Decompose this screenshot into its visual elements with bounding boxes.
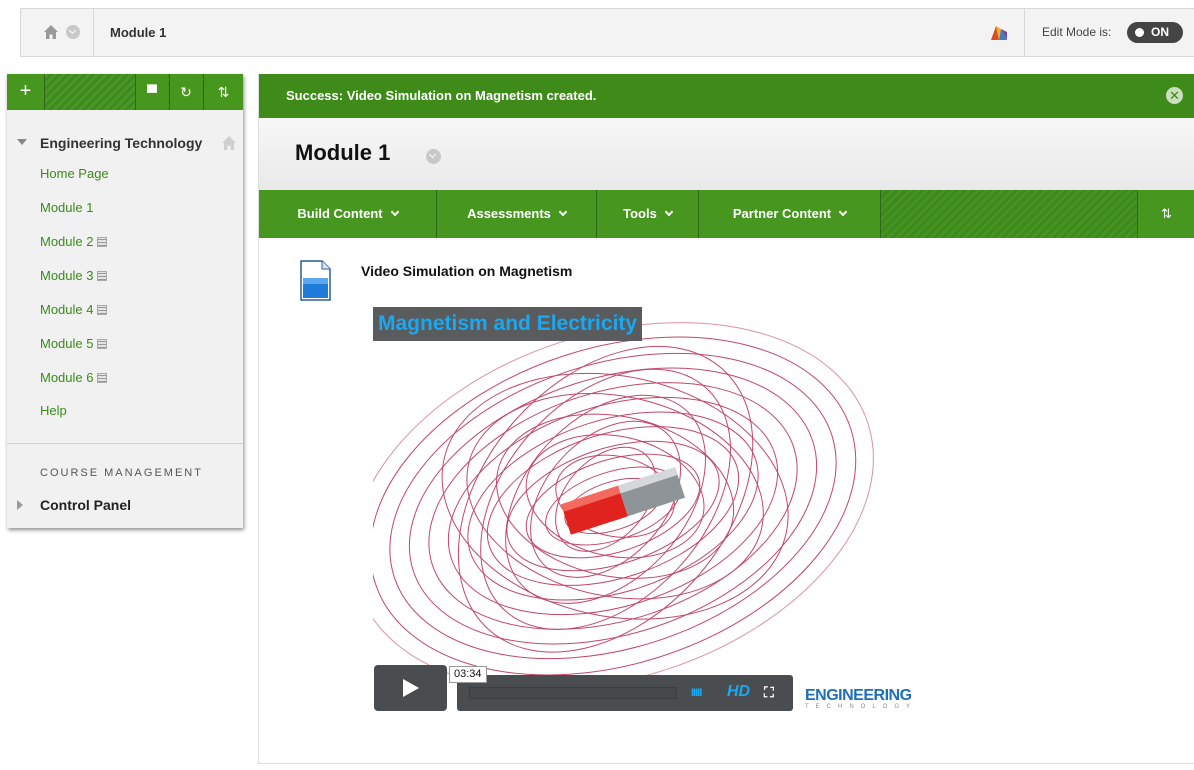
refresh-icon[interactable]: ↻ [169, 74, 202, 110]
page-title[interactable]: Module 1 [295, 140, 390, 166]
breadcrumb-current[interactable]: Module 1 [110, 25, 166, 40]
chevron-down-icon [558, 207, 568, 217]
success-receipt: Success: Video Simulation on Magnetism c… [259, 74, 1194, 118]
hd-toggle[interactable]: HD [727, 683, 750, 701]
magnetic-field-illustration [373, 322, 874, 690]
menu-item-module-5[interactable]: Module 5 [40, 336, 108, 351]
close-icon[interactable]: ✕ [1166, 87, 1183, 104]
menu-divider [7, 443, 243, 444]
fullscreen-icon[interactable]: ⛶ [764, 684, 774, 701]
course-menu: + ▀ ↻ ⇅ Engineering Technology Home Page… [7, 74, 243, 528]
play-button[interactable] [374, 665, 447, 711]
edit-mode-label: Edit Mode is: [1042, 25, 1112, 39]
document-icon [300, 260, 331, 301]
build-content-button[interactable]: Build Content [259, 190, 437, 238]
expand-triangle-icon[interactable] [17, 500, 23, 510]
topbar-divider [1024, 9, 1025, 56]
breadcrumb-divider [93, 9, 94, 56]
menu-item-module-3[interactable]: Module 3 [40, 268, 108, 283]
menu-item-home-page[interactable]: Home Page [40, 166, 109, 181]
hidden-from-students-icon [97, 305, 108, 315]
menu-item-module-1[interactable]: Module 1 [40, 200, 93, 215]
action-bar: Build Content Assessments Tools Partner … [259, 190, 1194, 238]
video-controls: IIIII HD ⛶ [457, 675, 793, 711]
brand-logo: ENGINEERING [805, 687, 912, 704]
chevron-down-icon [838, 207, 848, 217]
page-title-menu-chevron-icon[interactable] [426, 149, 441, 164]
page-header: Module 1 [259, 118, 1194, 190]
control-panel-link[interactable]: Control Panel [40, 497, 131, 513]
add-menu-item-button[interactable]: + [7, 74, 45, 110]
chevron-down-icon [664, 207, 674, 217]
reorder-content-icon[interactable]: ⇅ [1137, 190, 1194, 238]
collapse-triangle-icon[interactable] [17, 139, 27, 145]
hidden-from-students-icon [97, 339, 108, 349]
video-banner-title: Magnetism and Electricity [373, 307, 643, 341]
color-palette-icon[interactable] [991, 26, 1007, 40]
content-area: Success: Video Simulation on Magnetism c… [258, 74, 1194, 764]
menu-item-module-2[interactable]: Module 2 [40, 234, 108, 249]
edit-mode-toggle[interactable]: ON [1127, 22, 1183, 43]
folder-view-icon[interactable]: ▀ [135, 74, 168, 110]
menu-item-help[interactable]: Help [40, 403, 67, 418]
course-management-heading: COURSE MANAGEMENT [40, 467, 203, 479]
hidden-from-students-icon [97, 271, 108, 281]
content-item-title[interactable]: Video Simulation on Magnetism [361, 263, 572, 279]
partner-content-button[interactable]: Partner Content [699, 190, 881, 238]
menu-item-module-4[interactable]: Module 4 [40, 302, 108, 317]
hidden-from-students-icon [97, 237, 108, 247]
hidden-from-students-icon [97, 373, 108, 383]
video-progress-bar[interactable] [469, 687, 677, 699]
chevron-down-icon [390, 207, 399, 217]
assessments-button[interactable]: Assessments [437, 190, 597, 238]
home-icon[interactable] [43, 24, 59, 40]
video-player[interactable]: Magnetism and Electricity IIIII HD ⛶ 03:… [373, 306, 933, 716]
menu-item-module-6[interactable]: Module 6 [40, 370, 108, 385]
breadcrumb-bar: Module 1 Edit Mode is: ON [20, 8, 1194, 57]
success-message: Success: Video Simulation on Magnetism c… [286, 88, 597, 103]
brand-logo-subtitle: TECHNOLOGY [805, 704, 918, 710]
reorder-icon[interactable]: ⇅ [203, 74, 243, 110]
volume-icon[interactable]: IIIII [691, 687, 702, 699]
course-menu-toolbar: + ▀ ↻ ⇅ [7, 74, 243, 110]
tools-button[interactable]: Tools [597, 190, 699, 238]
course-name[interactable]: Engineering Technology [40, 135, 202, 151]
video-duration: 03:34 [449, 666, 487, 683]
course-home-icon [222, 136, 236, 150]
breadcrumb-menu-chevron-icon[interactable] [66, 25, 80, 39]
